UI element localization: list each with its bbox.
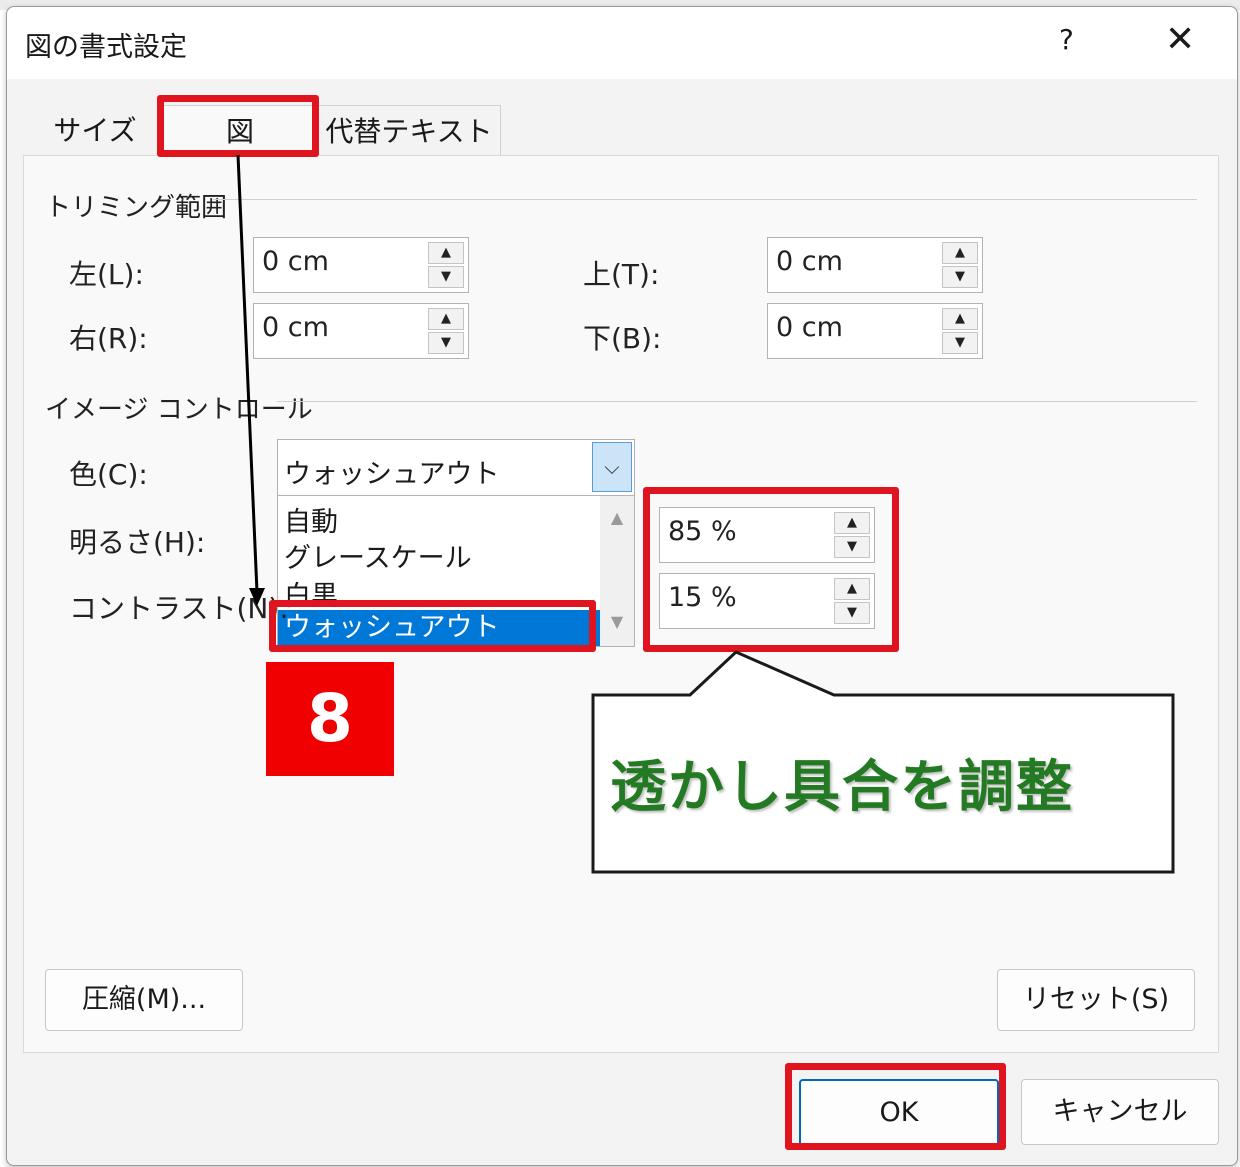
arrow-head-icon [249, 588, 265, 606]
annotation-overlay [236, 154, 1175, 874]
pointer-arrow-line [236, 154, 259, 593]
step-number-badge: 8 [266, 662, 394, 776]
callout-text: 透かし具合を調整 [610, 755, 1074, 820]
